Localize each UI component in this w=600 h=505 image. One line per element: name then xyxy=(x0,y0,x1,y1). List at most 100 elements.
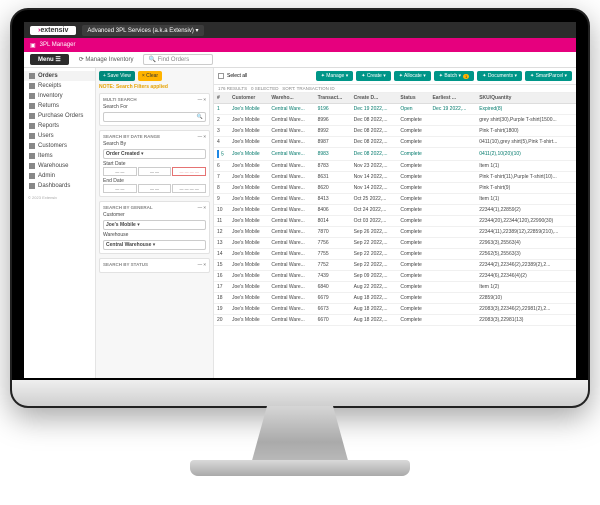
smartparcel-button[interactable]: ✦ SmartParcel ▾ xyxy=(525,71,572,81)
nav-icon xyxy=(29,183,35,189)
start-mm[interactable]: — — xyxy=(103,167,137,176)
sidebar-item-items[interactable]: Items xyxy=(24,151,95,161)
customer-label: Customer xyxy=(103,212,206,218)
select-all-checkbox[interactable] xyxy=(218,73,224,79)
select-all-label: Select all xyxy=(227,73,247,79)
group-date-range: SEARCH BY DATE RANGE— × Search By Order … xyxy=(99,130,210,197)
col-skuquantity[interactable]: SKU/Quantity xyxy=(476,93,576,104)
col-earliest[interactable]: Earliest ... xyxy=(429,93,476,104)
table-row[interactable]: 4Joe's MobileCentral Ware...8987Dec 08 2… xyxy=(214,137,576,148)
batch-button[interactable]: ✦ Batch ▾ xyxy=(434,71,475,81)
table-row[interactable]: 19Joe's MobileCentral Ware...6673Aug 18 … xyxy=(214,304,576,315)
customer-select[interactable]: Joe's Mobile ▾ xyxy=(103,220,206,230)
end-yyyy[interactable]: — — — — xyxy=(172,184,206,193)
sidebar-item-receipts[interactable]: Receipts xyxy=(24,81,95,91)
menu-toggle[interactable]: Menu ☰ xyxy=(30,54,69,65)
table-row[interactable]: 5Joe's MobileCentral Ware...8983Dec 08 2… xyxy=(214,148,576,161)
monitor-foot xyxy=(190,460,410,476)
sidebar-item-label: Orders xyxy=(38,73,58,79)
col-created[interactable]: Create D... xyxy=(351,93,398,104)
results-meta: 176 RESULTS 0 SELECTED SORT: TRANSACTION… xyxy=(214,85,576,93)
sidebar-item-purchase-orders[interactable]: Purchase Orders xyxy=(24,111,95,121)
table-row[interactable]: 16Joe's MobileCentral Ware...7439Sep 09 … xyxy=(214,271,576,282)
table-row[interactable]: 1Joe's MobileCentral Ware...9196Dec 19 2… xyxy=(214,104,576,115)
nav-manage-inventory[interactable]: ⟳ Manage Inventory xyxy=(79,56,134,63)
sidebar-item-label: Purchase Orders xyxy=(38,113,83,119)
sidebar-item-warehouse[interactable]: Warehouse xyxy=(24,161,95,171)
clear-filters-button[interactable]: × Clear xyxy=(138,71,162,81)
warehouse-select[interactable]: Central Warehouse ▾ xyxy=(103,240,206,250)
table-row[interactable]: 12Joe's MobileCentral Ware...7870Sep 26 … xyxy=(214,227,576,238)
sidebar-item-label: Admin xyxy=(38,173,55,179)
table-row[interactable]: 11Joe's MobileCentral Ware...8014Oct 03 … xyxy=(214,216,576,227)
multi-search-label: Search For xyxy=(103,104,206,110)
sidebar-item-admin[interactable]: Admin xyxy=(24,171,95,181)
group-general: SEARCH BY GENERAL— × Customer Joe's Mobi… xyxy=(99,201,210,254)
col-customer[interactable]: Customer xyxy=(229,93,268,104)
titlebar: ›extensiv Advanced 3PL Services (a.k.a E… xyxy=(24,22,576,38)
documents-button[interactable]: ✦ Documents ▾ xyxy=(477,71,522,81)
manage-button[interactable]: ✦ Manage ▾ xyxy=(316,71,354,81)
nav-icon xyxy=(29,133,35,139)
nav-icon xyxy=(29,73,35,79)
allocate-button[interactable]: ✦ Allocate ▾ xyxy=(394,71,431,81)
end-dd[interactable]: — — xyxy=(138,184,172,193)
sidebar-item-label: Dashboards xyxy=(38,183,70,189)
save-view-button[interactable]: + Save View xyxy=(99,71,135,81)
sidebar-item-label: Customers xyxy=(38,143,67,149)
sidebar-item-label: Warehouse xyxy=(38,163,68,169)
col-wareho[interactable]: Wareho... xyxy=(268,93,314,104)
nav-icon xyxy=(29,83,35,89)
nav-icon xyxy=(29,153,35,159)
app-name: 3PL Manager xyxy=(40,42,76,48)
col-[interactable]: # xyxy=(214,93,229,104)
date-searchby-select[interactable]: Order Created ▾ xyxy=(103,149,206,159)
sidebar-item-returns[interactable]: Returns xyxy=(24,101,95,111)
sidebar-item-customers[interactable]: Customers xyxy=(24,141,95,151)
nav-icon xyxy=(29,173,35,179)
top-toolbar: Menu ☰ ⟳ Manage Inventory 🔍 Find Orders xyxy=(24,52,576,68)
copyright: © 2023 Extensiv xyxy=(24,191,95,204)
table-row[interactable]: 3Joe's MobileCentral Ware...8992Dec 08 2… xyxy=(214,126,576,137)
table-row[interactable]: 2Joe's MobileCentral Ware...8996Dec 08 2… xyxy=(214,115,576,126)
table-row[interactable]: 17Joe's MobileCentral Ware...6840Aug 22 … xyxy=(214,282,576,293)
filter-panel: + Save View × Clear NOTE: Search Filters… xyxy=(96,68,214,378)
sidebar-item-label: Receipts xyxy=(38,83,61,89)
table-row[interactable]: 20Joe's MobileCentral Ware...6670Aug 18 … xyxy=(214,315,576,326)
sidebar-item-inventory[interactable]: Inventory xyxy=(24,91,95,101)
start-dd[interactable]: — — xyxy=(138,167,172,176)
sidebar-item-reports[interactable]: Reports xyxy=(24,121,95,131)
monitor-frame: ›extensiv Advanced 3PL Services (a.k.a E… xyxy=(10,8,590,408)
table-row[interactable]: 6Joe's MobileCentral Ware...8783Nov 23 2… xyxy=(214,161,576,172)
sidebar-item-orders[interactable]: Orders xyxy=(24,71,95,81)
col-status[interactable]: Status xyxy=(397,93,429,104)
nav-icon xyxy=(29,113,35,119)
table-row[interactable]: 10Joe's MobileCentral Ware...8406Oct 24 … xyxy=(214,205,576,216)
col-transact[interactable]: Transact... xyxy=(315,93,351,104)
end-mm[interactable]: — — xyxy=(103,184,137,193)
table-row[interactable]: 7Joe's MobileCentral Ware...8631Nov 14 2… xyxy=(214,172,576,183)
sidebar-item-label: Reports xyxy=(38,123,59,129)
sidebar-item-users[interactable]: Users xyxy=(24,131,95,141)
table-row[interactable]: 13Joe's MobileCentral Ware...7756Sep 22 … xyxy=(214,238,576,249)
multi-search-input[interactable]: 🔍 xyxy=(103,112,206,122)
grid-toolbar: Select all ✦ Manage ▾✦ Create ▾✦ Allocat… xyxy=(214,68,576,85)
org-selector[interactable]: Advanced 3PL Services (a.k.a Extensiv) ▾ xyxy=(82,25,203,36)
monitor-chin xyxy=(12,380,588,406)
nav-icon xyxy=(29,93,35,99)
table-row[interactable]: 9Joe's MobileCentral Ware...8413Oct 25 2… xyxy=(214,194,576,205)
table-row[interactable]: 15Joe's MobileCentral Ware...7752Sep 22 … xyxy=(214,260,576,271)
table-row[interactable]: 8Joe's MobileCentral Ware...8620Nov 14 2… xyxy=(214,183,576,194)
nav-icon xyxy=(29,143,35,149)
table-row[interactable]: 18Joe's MobileCentral Ware...6679Aug 18 … xyxy=(214,293,576,304)
sidebar-item-label: Inventory xyxy=(38,93,63,99)
filter-note: NOTE: Search Filters applied xyxy=(99,84,210,90)
start-yyyy[interactable]: — — — — xyxy=(172,167,206,176)
row-flag-icon xyxy=(217,150,219,158)
group-status: SEARCH BY STATUS— × xyxy=(99,258,210,273)
create-button[interactable]: ✦ Create ▾ xyxy=(356,71,391,81)
sidebar-item-dashboards[interactable]: Dashboards xyxy=(24,181,95,191)
table-row[interactable]: 14Joe's MobileCentral Ware...7755Sep 22 … xyxy=(214,249,576,260)
brand-logo: ›extensiv xyxy=(30,26,76,35)
find-orders-search[interactable]: 🔍 Find Orders xyxy=(143,54,213,65)
